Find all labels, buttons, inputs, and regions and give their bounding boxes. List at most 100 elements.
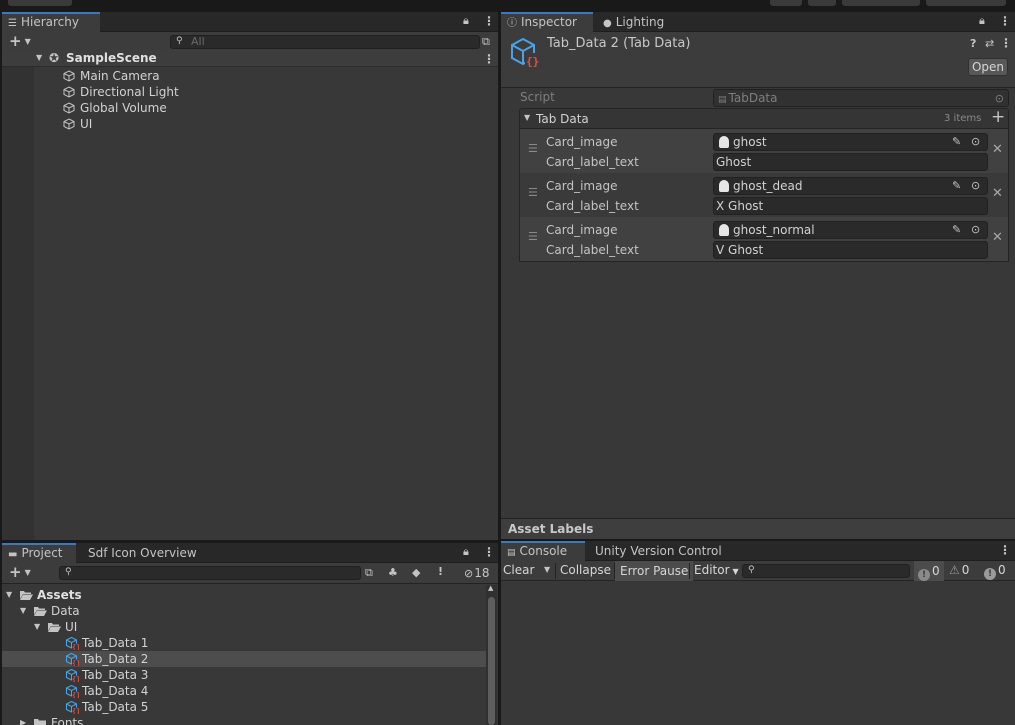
lock-icon[interactable]: 🔒︎ (979, 15, 985, 26)
svg-text:{}: {} (72, 660, 79, 667)
tab-unity-version-control[interactable]: Unity Version Control (589, 541, 730, 561)
expand-arrow-icon[interactable]: ▼ (36, 54, 42, 62)
tab-hierarchy[interactable]: ☰ Hierarchy (2, 12, 100, 32)
edit-pencil-icon[interactable]: ✎ (952, 136, 961, 147)
hierarchy-item[interactable]: Directional Light (2, 84, 498, 100)
tab-data-list-header[interactable]: ▼ Tab Data 3 items + (519, 108, 1009, 129)
card-label-text-field[interactable]: V Ghost (713, 241, 988, 259)
clear-button[interactable]: Clear (503, 562, 534, 580)
console-search-input[interactable]: ⚲ (742, 564, 910, 578)
project-tree-item[interactable]: {}Tab_Data 4 (2, 683, 486, 700)
remove-element-icon[interactable]: ✕ (992, 187, 1003, 200)
card-image-field[interactable]: ghost_dead ✎ ⊙ (713, 177, 988, 195)
search-scope-icon[interactable]: ⧉ (365, 567, 373, 578)
project-tree-item[interactable]: ▶ Fonts (2, 715, 486, 725)
tab-data-element: ☰ Card_image ghost ✎ ⊙ Card_label_text Ghost ✕ (520, 129, 1008, 173)
project-tree-item[interactable]: {}Tab_Data 5 (2, 699, 486, 716)
presets-icon[interactable]: ⇄ (985, 38, 994, 49)
project-tree-item[interactable]: ▼ Data (2, 603, 486, 619)
edit-pencil-icon[interactable]: ✎ (952, 224, 961, 235)
tab-data-element: ☰ Card_image ghost_dead ✎ ⊙ Card_label_text X … (520, 173, 1008, 217)
more-menu-icon[interactable]: ⋮ (999, 15, 1011, 27)
project-tree-item[interactable]: {}Tab_Data 1 (2, 635, 486, 652)
help-icon[interactable]: ? (970, 38, 976, 49)
project-tree-item[interactable]: ▼ UI (2, 619, 486, 635)
card-label-text-field[interactable]: Ghost (713, 153, 988, 171)
create-dropdown[interactable]: + ▼ (9, 34, 31, 49)
editor-dropdown[interactable]: Editor ▼ (694, 562, 739, 580)
edit-pencil-icon[interactable]: ✎ (952, 180, 961, 191)
more-menu-icon[interactable]: ⋮ (483, 546, 495, 558)
project-scrollbar[interactable]: ▲ (486, 585, 497, 725)
scene-search-icon[interactable]: ⧉ (482, 36, 490, 47)
filter-by-label-icon[interactable]: ◆ (412, 567, 420, 578)
object-picker-icon[interactable]: ⊙ (971, 180, 980, 191)
scene-more-icon[interactable]: ⋮ (483, 53, 495, 65)
open-button[interactable]: Open (968, 58, 1008, 76)
object-picker-icon[interactable]: ⊙ (971, 224, 980, 235)
card-label-text-label: Card_label_text (546, 243, 639, 257)
clear-options-dropdown[interactable]: ▼ (544, 566, 550, 574)
hierarchy-item-label: UI (80, 117, 93, 131)
project-tree-item[interactable]: {}Tab_Data 2 (2, 651, 486, 668)
toolbar-button[interactable] (8, 0, 72, 6)
layout-dropdown[interactable] (926, 0, 1006, 6)
project-tree-item[interactable]: {}Tab_Data 3 (2, 667, 486, 684)
console-log-area[interactable] (501, 581, 1015, 725)
collapsed-arrow-icon[interactable]: ▶ (20, 719, 26, 725)
tab-data-element: ☰ Card_image ghost_normal ✎ ⊙ Card_label_text… (520, 217, 1008, 261)
hierarchy-search-input[interactable]: ⚲ All (170, 35, 480, 49)
svg-text:{}: {} (72, 644, 79, 651)
toolbar-button[interactable] (770, 0, 802, 6)
layers-dropdown[interactable] (842, 0, 920, 6)
drag-handle-icon[interactable]: ☰ (528, 143, 538, 154)
expand-arrow-icon[interactable]: ▼ (34, 623, 40, 631)
drag-handle-icon[interactable]: ☰ (528, 231, 538, 242)
hidden-packages-icon[interactable]: ⊘18 (464, 567, 490, 579)
expand-arrow-icon[interactable]: ▼ (20, 607, 26, 615)
remove-element-icon[interactable]: ✕ (992, 143, 1003, 156)
drag-handle-icon[interactable]: ☰ (528, 187, 538, 198)
remove-element-icon[interactable]: ✕ (992, 231, 1003, 244)
project-item-label: Tab_Data 5 (82, 700, 149, 714)
tab-inspector[interactable]: ⓘ Inspector (501, 12, 593, 32)
more-menu-icon[interactable]: ⋮ (999, 544, 1011, 556)
component-menu-icon[interactable]: ⋮ (1000, 37, 1012, 49)
card-image-field[interactable]: ghost_normal ✎ ⊙ (713, 221, 988, 239)
scroll-thumb[interactable] (488, 597, 495, 725)
project-search-input[interactable]: ⚲ (59, 566, 361, 580)
filter-by-type-icon[interactable]: ♣ (388, 567, 398, 578)
create-dropdown[interactable]: + ▼ (9, 565, 31, 580)
lock-icon[interactable]: 🔒︎ (463, 15, 469, 26)
card-image-field[interactable]: ghost ✎ ⊙ (713, 133, 988, 151)
tab-lighting[interactable]: ● Lighting (597, 12, 672, 32)
scene-row[interactable]: ▼ ✪ SampleScene ⋮ (2, 50, 498, 67)
toolbar-button[interactable] (808, 0, 836, 6)
foldout-arrow-icon[interactable]: ▼ (524, 114, 530, 122)
asset-labels-bar[interactable]: Asset Labels (501, 518, 1015, 539)
tab-project[interactable]: ▬ Project (2, 543, 76, 563)
scroll-up-icon[interactable]: ▲ (488, 585, 493, 592)
object-picker-icon[interactable]: ⊙ (971, 136, 980, 147)
hierarchy-toolbar: + ▼ ⚲ All ⧉ (2, 32, 498, 52)
info-count-toggle[interactable]: ! 0 (982, 562, 1006, 580)
hierarchy-item[interactable]: UI (2, 116, 498, 132)
hierarchy-item[interactable]: Global Volume (2, 100, 498, 116)
important-icon[interactable]: ! (438, 566, 443, 577)
expand-arrow-icon[interactable]: ▼ (6, 591, 12, 599)
add-element-icon[interactable]: + (991, 109, 1005, 126)
error-count-toggle[interactable]: ! 0 (914, 561, 944, 581)
card-label-text-field[interactable]: X Ghost (713, 197, 988, 215)
project-item-label: Assets (37, 588, 82, 602)
project-tree-item[interactable]: ▼ Assets (2, 587, 486, 603)
card-label-text-value: X Ghost (716, 199, 764, 213)
collapse-button[interactable]: Collapse (560, 562, 611, 580)
tab-sdf-icon-overview[interactable]: Sdf Icon Overview (82, 543, 205, 563)
warning-count-toggle[interactable]: ⚠ 0 (947, 562, 969, 580)
more-menu-icon[interactable]: ⋮ (483, 15, 495, 27)
error-pause-button[interactable]: Error Pause (615, 561, 694, 581)
card-image-value: ghost_normal (733, 223, 815, 237)
lock-icon[interactable]: 🔒︎ (463, 546, 469, 557)
tab-console[interactable]: ▤ Console (501, 541, 585, 561)
hierarchy-item[interactable]: Main Camera (2, 68, 498, 84)
